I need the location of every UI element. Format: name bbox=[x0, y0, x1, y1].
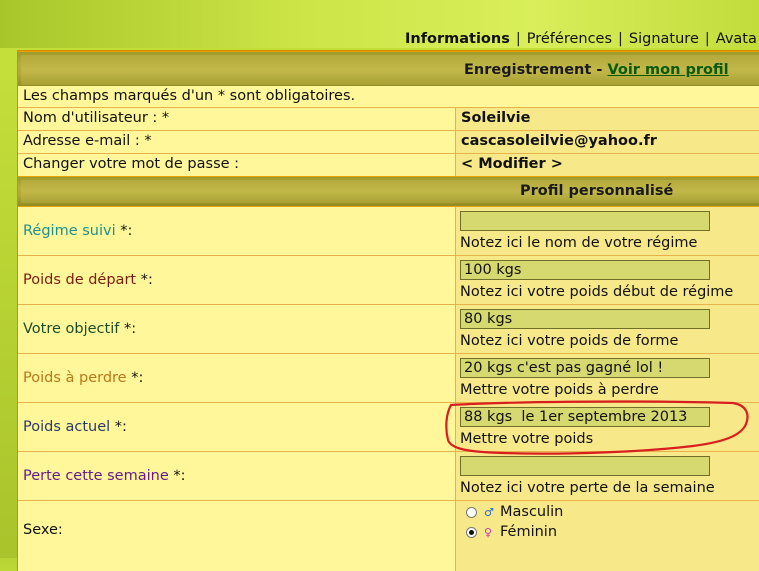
weight-to-lose-label-cell: Poids à perdre *: bbox=[18, 354, 456, 403]
diet-label-cell: Régime suivi *: bbox=[18, 207, 456, 256]
start-weight-label: Poids de départ bbox=[23, 272, 137, 288]
profile-tabs: Informations | Préférences | Signature | Avata bbox=[405, 31, 757, 47]
registration-header: Enregistrement - Voir mon profil bbox=[18, 51, 759, 89]
male-label[interactable]: Masculin bbox=[500, 504, 563, 520]
female-label[interactable]: Féminin bbox=[500, 524, 557, 540]
tab-informations[interactable]: Informations bbox=[405, 31, 510, 47]
male-radio[interactable] bbox=[466, 507, 477, 518]
diet-input[interactable] bbox=[460, 211, 710, 231]
goal-label-cell: Votre objectif *: bbox=[18, 305, 456, 354]
email-label-cell: Adresse e-mail : * bbox=[18, 131, 456, 154]
registration-title: Enregistrement bbox=[464, 62, 592, 78]
female-symbol-icon: ♀ bbox=[484, 526, 493, 539]
password-value-cell: < Modifier > bbox=[456, 154, 759, 177]
profile-header: Profil personnalisé bbox=[18, 176, 759, 207]
tab-preferences[interactable]: Préférences bbox=[527, 31, 612, 47]
password-label-cell: Changer votre mot de passe : bbox=[18, 154, 456, 177]
tab-avatar[interactable]: Avata bbox=[716, 31, 757, 47]
weekly-loss-input[interactable] bbox=[460, 456, 710, 476]
password-label: Changer votre mot de passe : bbox=[23, 156, 240, 172]
weight-to-lose-hint: Mettre votre poids à perdre bbox=[460, 382, 659, 398]
email-value-cell: cascasoleilvie@yahoo.fr bbox=[456, 131, 759, 154]
weekly-loss-hint: Notez ici votre perte de la semaine bbox=[460, 480, 715, 496]
profile-form-panel: Enregistrement - Voir mon profil Les cha… bbox=[17, 50, 759, 571]
profile-title: Profil personnalisé bbox=[520, 183, 674, 199]
female-radio[interactable] bbox=[466, 527, 477, 538]
tab-signature[interactable]: Signature bbox=[629, 31, 699, 47]
username-value-cell: Soleilvie bbox=[456, 108, 759, 131]
weight-to-lose-input[interactable] bbox=[460, 358, 710, 378]
required-note: Les champs marqués d'un * sont obligatoi… bbox=[23, 88, 356, 104]
required-note-row: Les champs marqués d'un * sont obligatoi… bbox=[18, 86, 759, 108]
email-label: Adresse e-mail : * bbox=[23, 133, 152, 149]
start-weight-label-cell: Poids de départ *: bbox=[18, 256, 456, 305]
sex-options-cell: ♂ Masculin ♀ Féminin bbox=[456, 501, 759, 571]
male-symbol-icon: ♂ bbox=[484, 506, 494, 519]
diet-hint: Notez ici le nom de votre régime bbox=[460, 235, 698, 251]
annotation-circle bbox=[445, 400, 749, 455]
username-label-cell: Nom d'utilisateur : * bbox=[18, 108, 456, 131]
sex-label: Sexe: bbox=[23, 522, 63, 538]
email-value: cascasoleilvie@yahoo.fr bbox=[461, 133, 657, 149]
username-label: Nom d'utilisateur : * bbox=[23, 110, 170, 126]
start-weight-value-cell: Notez ici votre poids début de régime bbox=[456, 256, 759, 305]
weekly-loss-label: Perte cette semaine bbox=[23, 468, 169, 484]
weight-to-lose-label: Poids à perdre bbox=[23, 370, 127, 386]
sex-label-cell: Sexe: bbox=[18, 501, 456, 571]
goal-input[interactable] bbox=[460, 309, 710, 329]
goal-value-cell: Notez ici votre poids de forme bbox=[456, 305, 759, 354]
view-profile-link[interactable]: Voir mon profil bbox=[607, 62, 728, 78]
current-weight-label-cell: Poids actuel *: bbox=[18, 403, 456, 452]
username-value: Soleilvie bbox=[461, 110, 531, 126]
diet-label: Régime suivi bbox=[23, 223, 116, 239]
start-weight-input[interactable] bbox=[460, 260, 710, 280]
start-weight-hint: Notez ici votre poids début de régime bbox=[460, 284, 734, 300]
weekly-loss-value-cell: Notez ici votre perte de la semaine bbox=[456, 452, 759, 501]
goal-label: Votre objectif bbox=[23, 321, 120, 337]
modify-password-link[interactable]: < Modifier > bbox=[461, 156, 563, 172]
goal-hint: Notez ici votre poids de forme bbox=[460, 333, 679, 349]
current-weight-label: Poids actuel bbox=[23, 419, 111, 435]
weekly-loss-label-cell: Perte cette semaine *: bbox=[18, 452, 456, 501]
weight-to-lose-value-cell: Mettre votre poids à perdre bbox=[456, 354, 759, 403]
diet-value-cell: Notez ici le nom de votre régime bbox=[456, 207, 759, 256]
